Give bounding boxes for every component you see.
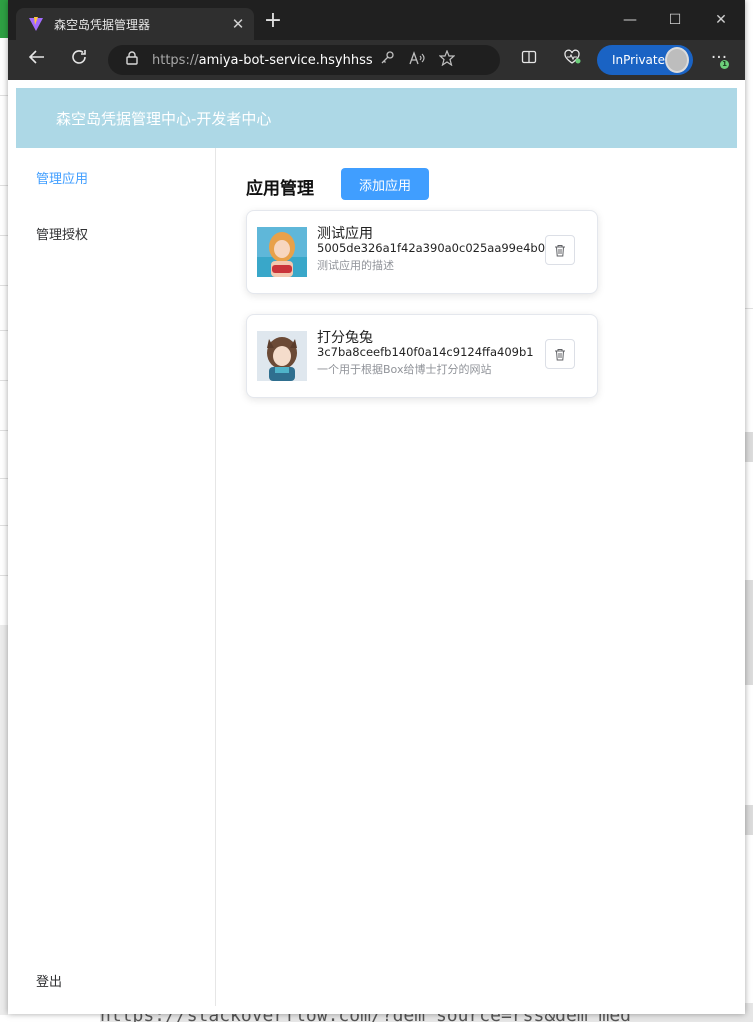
split-screen-button[interactable] <box>516 48 542 72</box>
profile-avatar <box>664 47 689 73</box>
inprivate-button[interactable]: InPrivate <box>597 45 693 75</box>
delete-app-button[interactable] <box>545 235 575 265</box>
page-title: 应用管理 <box>246 179 314 199</box>
nav-item-manage-auth[interactable]: 管理授权 <box>36 224 88 243</box>
delete-app-button[interactable] <box>545 339 575 369</box>
address-bar[interactable]: https://amiya-bot-service.hsyhhss... <box>108 45 500 75</box>
background-block <box>745 805 753 835</box>
vite-logo-icon <box>28 16 44 32</box>
tab-title: 森空岛凭据管理器 <box>54 17 151 32</box>
tab-close-icon[interactable]: ✕ <box>226 15 250 33</box>
app-card[interactable]: 打分兔兔 3c7ba8ceefb140f0a14c9124ffa409b1 一个… <box>246 314 598 398</box>
close-window-button[interactable]: ✕ <box>706 8 736 32</box>
read-aloud-icon[interactable] <box>402 51 432 69</box>
trash-icon <box>555 348 565 360</box>
app-title: 森空岛凭据管理中心-开发者中心 <box>56 109 272 128</box>
url-scheme: https:// <box>152 52 199 68</box>
heart-pulse-icon <box>564 49 581 64</box>
inprivate-label: InPrivate <box>612 53 665 67</box>
browser-tab[interactable]: 森空岛凭据管理器 ✕ <box>16 8 254 40</box>
background-block <box>745 580 753 685</box>
title-bar: 森空岛凭据管理器 ✕ + — ☐ ✕ <box>8 0 745 40</box>
app-id: 5005de326a1f42a390a0c025aa99e4b0 <box>317 241 546 255</box>
web-content: 森空岛凭据管理中心-开发者中心 管理应用 管理授权 登出 应用管理 添加应用 测… <box>8 80 745 1014</box>
sidebar: 管理应用 管理授权 登出 <box>16 148 216 1006</box>
maximize-button[interactable]: ☐ <box>660 8 690 32</box>
back-arrow-icon <box>28 50 44 64</box>
new-tab-button[interactable]: + <box>262 10 284 32</box>
add-app-button[interactable]: 添加应用 <box>341 168 429 200</box>
app-name: 打分兔兔 <box>317 330 373 346</box>
more-menu-button[interactable]: ··· <box>706 48 732 72</box>
app-header: 森空岛凭据管理中心-开发者中心 <box>16 88 737 148</box>
key-icon[interactable] <box>372 51 402 69</box>
lock-icon <box>126 51 140 69</box>
app-card[interactable]: 测试应用 5005de326a1f42a390a0c025aa99e4b0 测试… <box>246 210 598 294</box>
browser-essentials-button[interactable] <box>559 48 585 72</box>
background-block <box>745 432 753 462</box>
app-name: 测试应用 <box>317 226 373 242</box>
background-divider <box>745 308 753 309</box>
browser-window: 森空岛凭据管理器 ✕ + — ☐ ✕ https://amiya-bot-ser… <box>8 0 745 1014</box>
refresh-icon <box>72 50 86 64</box>
notification-badge: 1 <box>720 60 729 69</box>
refresh-button[interactable] <box>66 48 92 72</box>
main-panel: 应用管理 添加应用 测试应用 5005de326a1f42a390a0c025a… <box>216 148 737 1006</box>
url-host: amiya-bot-service.hsyhhss... <box>198 52 372 68</box>
trash-icon <box>555 244 565 256</box>
background-strip <box>0 625 8 1015</box>
nav-item-manage-apps[interactable]: 管理应用 <box>36 168 88 187</box>
app-description: 一个用于根据Box给博士打分的网站 <box>317 363 492 376</box>
app-avatar <box>257 227 307 277</box>
app-avatar <box>257 331 307 381</box>
url-text: https://amiya-bot-service.hsyhhss... <box>152 53 372 68</box>
browser-toolbar: https://amiya-bot-service.hsyhhss... InP… <box>8 40 745 80</box>
minimize-button[interactable]: — <box>615 8 645 32</box>
logout-link[interactable]: 登出 <box>36 971 62 990</box>
split-screen-icon <box>521 50 537 64</box>
favorite-star-icon[interactable] <box>432 49 462 70</box>
app-description: 测试应用的描述 <box>317 259 394 272</box>
back-button[interactable] <box>24 48 50 72</box>
app-id: 3c7ba8ceefb140f0a14c9124ffa409b1 <box>317 345 534 359</box>
